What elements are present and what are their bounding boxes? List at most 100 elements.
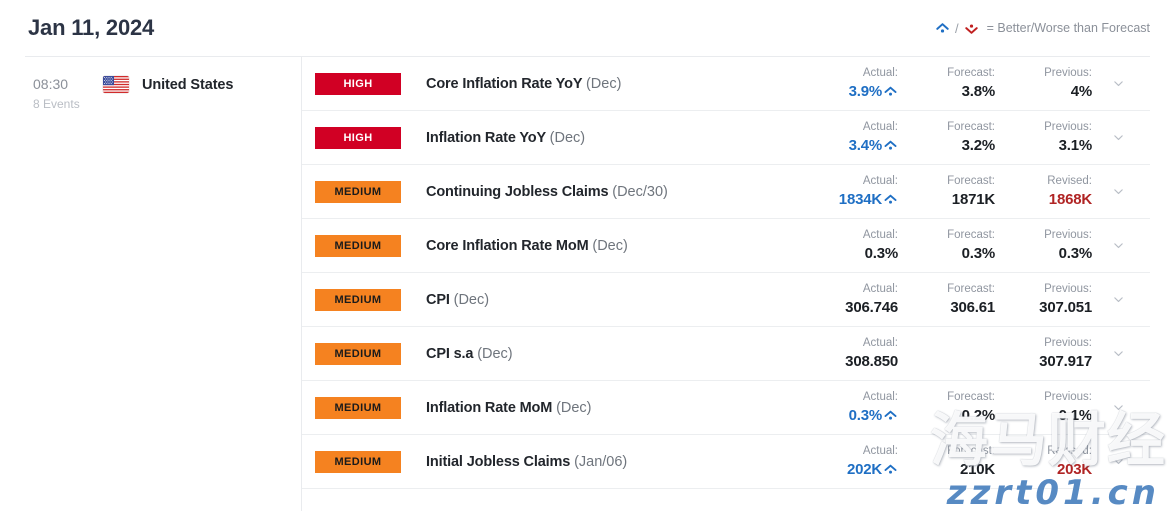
metric-previous: Previous:307.917 (1006, 335, 1092, 372)
metrics: Actual:3.9% Forecast:3.8% Previous:4% (799, 65, 1092, 102)
table-row[interactable]: MEDIUMCore Inflation Rate MoM (Dec)Actua… (302, 219, 1150, 273)
expand-row-button[interactable] (1092, 347, 1144, 360)
metric-actual-label: Actual: (810, 281, 898, 297)
metric-previous: Previous:4% (1006, 65, 1092, 102)
event-period: (Jan/06) (574, 454, 627, 470)
metric-forecast: Forecast:0.2% (909, 389, 995, 426)
metric-actual-value: 202K (810, 459, 898, 480)
metric-previous: Previous:307.051 (1006, 281, 1092, 318)
metric-previous-value: 307.051 (1006, 297, 1092, 318)
metric-actual-label: Actual: (810, 227, 898, 243)
metrics: Actual:3.4%Forecast:3.2%Previous:3.1% (799, 119, 1092, 156)
metric-previous-value: 0.1% (1006, 405, 1092, 426)
metric-forecast-value: 306.61 (909, 297, 995, 318)
table-row[interactable]: MEDIUMContinuing Jobless Claims (Dec/30)… (302, 165, 1150, 219)
metric-actual-value: 3.4% (810, 135, 898, 156)
event-name[interactable]: Core Inflation Rate MoM (Dec) (401, 238, 799, 254)
time-block: 08:30 8 Events (25, 75, 103, 113)
chevron-up-dot-icon (883, 408, 898, 423)
chevron-up-dot-icon (883, 462, 898, 477)
metric-previous: Previous:0.3% (1006, 227, 1092, 264)
legend: / = Better/Worse than Forecast (935, 21, 1150, 36)
legend-text: = Better/Worse than Forecast (987, 21, 1150, 35)
united-states-flag-icon (103, 76, 129, 93)
metric-actual-label: Actual: (810, 335, 898, 351)
impact-badge: MEDIUM (315, 289, 401, 311)
group-time: 08:30 (33, 75, 103, 94)
impact-badge: MEDIUM (315, 181, 401, 203)
metric-previous-label: Previous: (1006, 227, 1092, 243)
legend-separator: / (954, 21, 960, 36)
table-row[interactable]: MEDIUMCPI (Dec)Actual:306.746Forecast:30… (302, 273, 1150, 327)
event-name[interactable]: Inflation Rate YoY (Dec) (401, 130, 799, 146)
metric-forecast-label: Forecast: (909, 65, 995, 81)
table-row[interactable]: MEDIUMInitial Jobless Claims (Jan/06) Act… (302, 435, 1150, 489)
metric-actual-label: Actual: (810, 65, 898, 81)
table-row[interactable]: MEDIUMCPI s.a (Dec) Actual:308.850 Previou… (302, 327, 1150, 381)
metrics: Actual:0.3% Forecast:0.3% Previous:0.3% (799, 227, 1092, 264)
event-name[interactable]: CPI (Dec) (401, 292, 799, 308)
metrics: Actual:202KForecast:210KRevised:203K (799, 443, 1092, 480)
metric-forecast: Forecast:210K (909, 443, 995, 480)
group-events-count: 8 Events (33, 95, 103, 113)
metric-actual-value: 3.9% (810, 81, 898, 102)
expand-row-button[interactable] (1092, 77, 1144, 90)
chevron-down-dot-icon (964, 21, 979, 36)
metric-actual-value: 306.746 (810, 297, 898, 318)
table-row[interactable]: HIGHCore Inflation Rate YoY (Dec)Actual:… (302, 57, 1150, 111)
metric-forecast-label: Forecast: (909, 389, 995, 405)
expand-row-button[interactable] (1092, 455, 1144, 468)
metric-actual: Actual:0.3% (810, 389, 898, 426)
expand-row-button[interactable] (1092, 293, 1144, 306)
expand-row-button[interactable] (1092, 185, 1144, 198)
group-column: 08:30 8 Events (25, 57, 302, 511)
metric-previous-value: 1868K (1006, 189, 1092, 210)
event-name[interactable]: Inflation Rate MoM (Dec) (401, 400, 799, 416)
expand-row-button[interactable] (1092, 131, 1144, 144)
metric-actual: Actual:0.3% (810, 227, 898, 264)
expand-row-button[interactable] (1092, 239, 1144, 252)
event-name[interactable]: Initial Jobless Claims (Jan/06) (401, 454, 799, 470)
impact-badge: HIGH (315, 127, 401, 149)
chevron-up-dot-icon (883, 138, 898, 153)
event-name[interactable]: Continuing Jobless Claims (Dec/30) (401, 184, 799, 200)
metric-forecast-value: 210K (909, 459, 995, 480)
metric-actual: Actual:306.746 (810, 281, 898, 318)
calendar-table: 08:30 8 Events (25, 56, 1150, 511)
metric-forecast-value: 1871K (909, 189, 995, 210)
chevron-up-dot-icon (883, 84, 898, 99)
metric-forecast: Forecast:3.2% (909, 119, 995, 156)
impact-badge: MEDIUM (315, 235, 401, 257)
event-period: (Dec) (592, 238, 627, 254)
metric-actual: Actual:202K (810, 443, 898, 480)
metric-actual-value: 0.3% (810, 405, 898, 426)
metric-forecast: Forecast:3.8% (909, 65, 995, 102)
economic-calendar-page: Jan 11, 2024 / = Better/Worse than Forec… (0, 0, 1172, 511)
metric-forecast-label: Forecast: (909, 227, 995, 243)
expand-row-button[interactable] (1092, 401, 1144, 414)
metric-previous-label: Previous: (1006, 281, 1092, 297)
event-name[interactable]: CPI s.a (Dec) (401, 346, 799, 362)
metric-forecast-label: Forecast: (909, 281, 995, 297)
event-name[interactable]: Core Inflation Rate YoY (Dec) (401, 76, 799, 92)
metric-previous-value: 203K (1006, 459, 1092, 480)
impact-badge: MEDIUM (315, 451, 401, 473)
impact-badge: HIGH (315, 73, 401, 95)
metric-actual: Actual:308.850 (810, 335, 898, 372)
event-rows: HIGHCore Inflation Rate YoY (Dec)Actual:… (302, 57, 1150, 511)
table-row[interactable]: MEDIUMInflation Rate MoM (Dec)Actual:0.3… (302, 381, 1150, 435)
metric-actual: Actual:3.4% (810, 119, 898, 156)
metric-actual-label: Actual: (810, 443, 898, 459)
metric-forecast: Forecast:0.3% (909, 227, 995, 264)
metric-forecast-value: 3.8% (909, 81, 995, 102)
metric-actual-label: Actual: (810, 389, 898, 405)
metric-forecast: Forecast:306.61 (909, 281, 995, 318)
metric-previous-label: Previous: (1006, 119, 1092, 135)
metric-forecast-label: Forecast: (909, 119, 995, 135)
metric-forecast-label: Forecast: (909, 443, 995, 459)
metric-forecast-label: Forecast: (909, 173, 995, 189)
metric-actual-value: 1834K (810, 189, 898, 210)
impact-badge: MEDIUM (315, 343, 401, 365)
metric-previous: Previous:0.1% (1006, 389, 1092, 426)
table-row[interactable]: HIGHInflation Rate YoY (Dec) Actual:3.4% F… (302, 111, 1150, 165)
